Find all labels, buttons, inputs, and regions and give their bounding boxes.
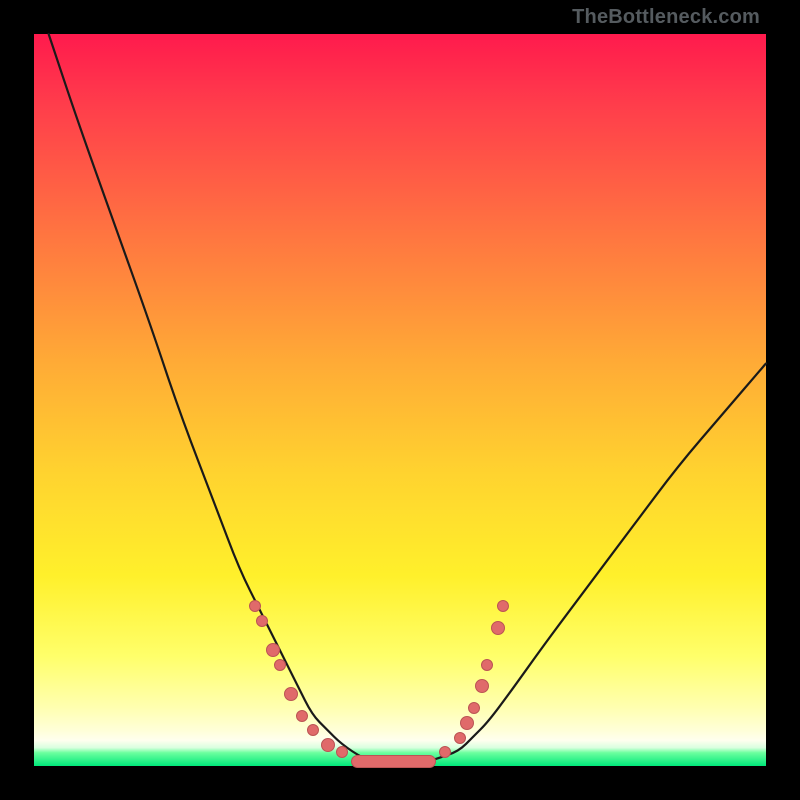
curve-svg [34,34,766,766]
chart-frame: TheBottleneck.com [0,0,800,800]
trough-segment [351,755,436,768]
plot-area [34,34,766,766]
data-marker [454,732,466,744]
bottleneck-curve [49,34,766,766]
data-marker [284,687,298,701]
data-marker [249,600,261,612]
data-marker [321,738,335,752]
data-marker [256,615,268,627]
data-marker [274,659,286,671]
data-marker [266,643,280,657]
data-marker [481,659,493,671]
watermark-text: TheBottleneck.com [572,6,760,29]
data-marker [475,679,489,693]
data-marker [460,716,474,730]
data-marker [491,621,505,635]
data-marker [296,710,308,722]
